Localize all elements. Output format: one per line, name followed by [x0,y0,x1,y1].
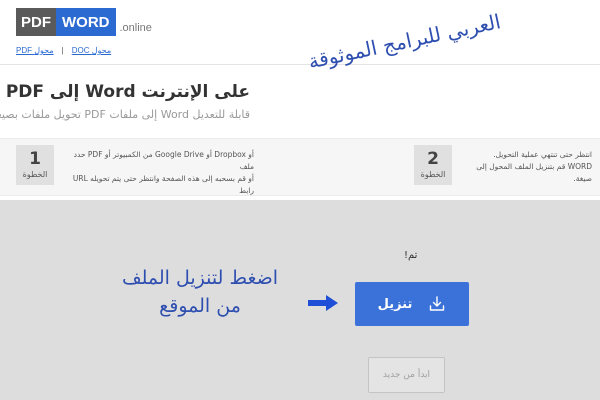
arrow-right-icon [308,295,338,311]
page-subtitle: قابلة للتعديل Word إلى ملفات PDF تحويل م… [0,108,250,121]
annotation-note: اضغط لتنزيل الملف من الموقع [100,264,300,320]
step-1-text: أو Dropbox أو Google Drive من الكمبيوتر … [72,150,254,195]
steps-bar: 1 الخطوة أو Dropbox أو Google Drive من ا… [0,138,600,196]
result-panel: !تم اضغط لتنزيل الملف من الموقع تنزيل اب… [0,200,600,400]
step-1-badge: 1 الخطوة [16,145,54,185]
annotation-line-2: من الموقع [159,295,241,317]
step-1-number: 1 [29,149,41,169]
page-title: على الإنترنت Word إلى PDF [5,82,250,102]
doc-converter-link[interactable]: DOC محول [72,46,111,55]
pdf-converter-link[interactable]: PDF محول [16,46,54,55]
download-icon [430,296,445,311]
restart-button[interactable]: ابدأ من جديد [368,357,445,393]
header-divider [0,64,600,65]
site-logo[interactable]: PDF WORD .online [16,8,152,36]
step-2-number: 2 [427,149,439,169]
annotation-line-1: اضغط لتنزيل الملف [121,267,279,289]
converter-links: PDF محول | DOC محول [16,46,111,55]
download-label: تنزيل [377,296,413,312]
logo-suffix: .online [119,22,152,34]
link-separator: | [61,46,64,55]
step-2-badge: 2 الخطوة [414,145,452,185]
done-status: !تم [404,250,418,261]
logo-word: WORD [56,8,116,36]
logo-pdf: PDF [16,8,56,36]
step-1-label: الخطوة [22,170,48,179]
download-button[interactable]: تنزيل [355,282,469,326]
site-header: PDF WORD .online PDF محول | DOC محول الع… [0,0,600,200]
step-2-text: انتظر حتى تنتهي عملية التحويل. WORD قم ب… [476,150,592,183]
step-2-label: الخطوة [420,170,446,179]
